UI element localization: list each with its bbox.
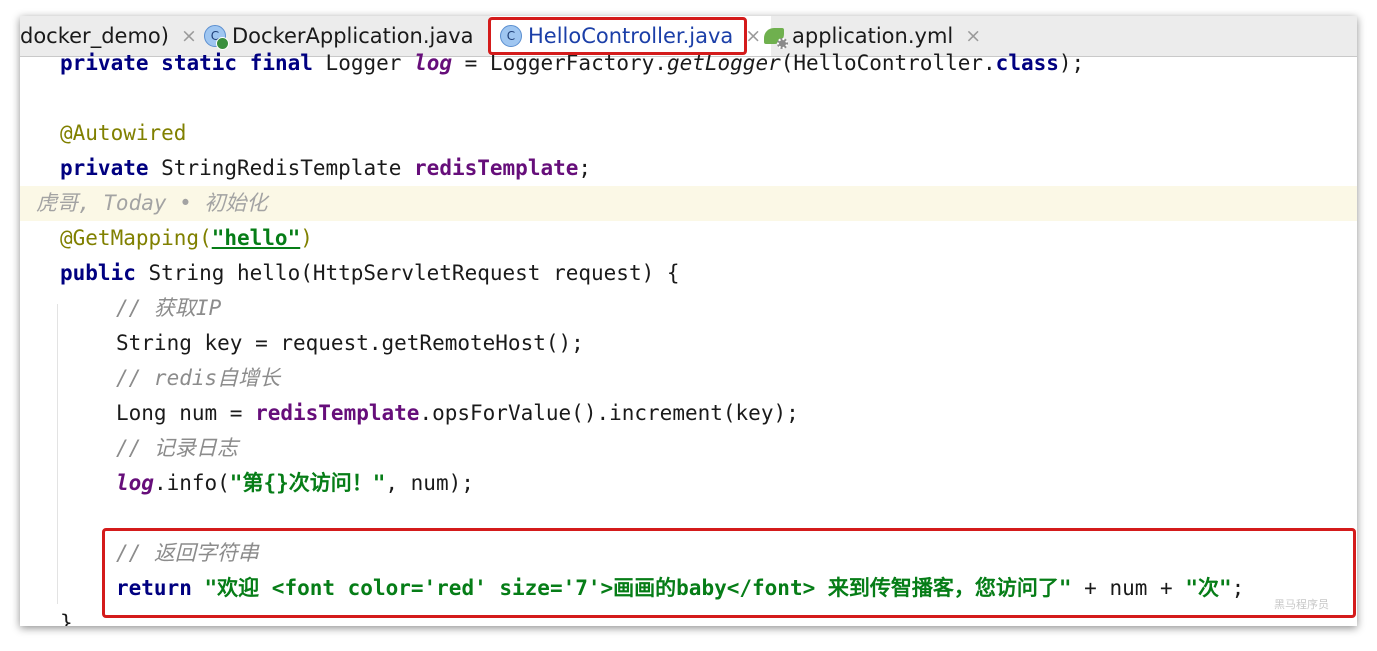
code-line: private StringRedisTemplate redisTemplat… [60,156,592,180]
git-blame-annotation: 虎哥, Today • 初始化 [20,186,1357,221]
class-icon-letter: C [500,25,522,47]
spring-config-icon [764,25,788,49]
tab-label: docker_demo) [20,24,169,48]
java-class-run-icon: C [204,25,229,50]
code-line: // 记录日志 [116,436,238,460]
code-line: @GetMapping("hello") [60,226,313,250]
code-line: Long num = redisTemplate.opsForValue().i… [116,401,799,425]
close-icon[interactable]: × [181,25,197,47]
code-line: // redis自增长 [116,366,281,390]
indent-guide [57,304,58,604]
tab-label: DockerApplication.java [232,24,474,48]
code-line: log.info("第{}次访问！", num); [116,471,474,495]
code-line: } [60,611,73,626]
editor-window: docker_demo) × C DockerApplication.java … [20,16,1357,626]
java-class-icon: C [500,25,522,47]
close-icon[interactable]: × [965,25,981,47]
code-line: @Autowired [60,121,187,145]
code-line: private static final Logger log = Logger… [60,51,1085,75]
watermark: 黑马程序员 [1274,598,1329,611]
close-icon[interactable]: × [745,25,761,47]
code-line: String key = request.getRemoteHost(); [116,331,584,355]
code-line: // 获取IP [116,296,222,320]
code-line: return "欢迎 <font color='red' size='7'>画画… [116,576,1245,600]
tab-label: application.yml [792,24,954,48]
code-editor[interactable]: private static final Logger log = Logger… [20,46,1357,626]
tab-label: HelloController.java [528,24,734,48]
code-line: // 返回字符串 [116,541,259,565]
code-line: public String hello(HttpServletRequest r… [60,261,680,285]
